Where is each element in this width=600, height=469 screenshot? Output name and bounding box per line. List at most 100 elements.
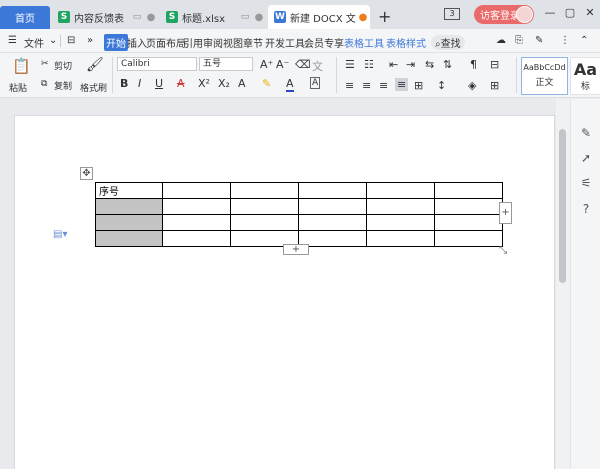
tab-home[interactable]: 首页: [0, 6, 50, 29]
menu-home[interactable]: 开始: [104, 34, 128, 51]
shrink-font-icon[interactable]: A⁻: [276, 58, 289, 71]
collapse-ribbon-icon[interactable]: ⌃: [580, 35, 588, 46]
style-normal[interactable]: AaBbCcDd 正文: [521, 57, 568, 95]
cut-button[interactable]: 剪切: [54, 59, 72, 72]
table-cell[interactable]: 序号: [95, 182, 163, 199]
table-cell[interactable]: [95, 214, 163, 231]
table-cell[interactable]: [434, 214, 503, 231]
char-border-icon[interactable]: A: [310, 77, 321, 89]
font-size-select[interactable]: 五号: [199, 57, 253, 71]
unsaved-dot-icon[interactable]: ●: [356, 12, 370, 23]
minimize-button[interactable]: —: [543, 6, 557, 19]
table-cell[interactable]: [434, 198, 503, 215]
hamburger-icon[interactable]: ☰: [8, 35, 17, 46]
more-options-icon[interactable]: ⋮: [560, 35, 570, 46]
visitor-login-button[interactable]: 访客登录: [474, 5, 534, 24]
menu-section[interactable]: 章节: [243, 35, 263, 50]
distribute-icon[interactable]: ⊞: [414, 79, 423, 92]
page-count-badge[interactable]: 3: [444, 8, 460, 20]
menu-table-style[interactable]: 表格样式: [386, 35, 426, 50]
menu-file[interactable]: 文件: [24, 35, 44, 50]
monitor-icon[interactable]: ▭: [238, 12, 252, 22]
table-cell[interactable]: [230, 198, 299, 215]
table-cell[interactable]: [162, 198, 231, 215]
show-marks-icon[interactable]: ¶: [470, 58, 477, 71]
table-move-handle-icon[interactable]: ✥: [80, 167, 93, 180]
font-name-select[interactable]: Calibri: [117, 57, 197, 71]
cut-icon[interactable]: ✂: [41, 59, 49, 69]
align-right-icon[interactable]: ≡: [379, 79, 388, 92]
paragraph-menu-icon[interactable]: ▤▾: [53, 229, 67, 240]
pen-icon[interactable]: ✎: [579, 126, 593, 140]
tab-document[interactable]: S 内容反馈表 ▭ ●: [52, 5, 158, 29]
tab-stops-icon[interactable]: ⊟: [490, 58, 499, 71]
table-cell[interactable]: [162, 182, 231, 199]
paste-button[interactable]: 粘贴: [9, 81, 27, 94]
format-painter-icon[interactable]: 🖌: [86, 57, 104, 73]
menu-table-tools[interactable]: 表格工具: [344, 35, 384, 50]
monitor-icon[interactable]: ▭: [130, 12, 144, 22]
highlight-icon[interactable]: ✎: [262, 77, 271, 90]
bullet-list-icon[interactable]: ☰: [345, 58, 355, 71]
font-color-icon[interactable]: A: [286, 77, 294, 92]
tab-document-active[interactable]: W 新建 DOCX 文 ●: [268, 5, 370, 29]
menu-member[interactable]: 会员专享: [304, 35, 344, 50]
copy-icon[interactable]: ⧉: [41, 79, 47, 89]
vertical-scrollbar[interactable]: [556, 99, 570, 469]
table-cell[interactable]: [230, 214, 299, 231]
more-icon[interactable]: »: [87, 35, 93, 46]
table-cell[interactable]: [366, 182, 435, 199]
line-spacing-icon[interactable]: ↕: [437, 79, 446, 92]
table-cell[interactable]: [366, 230, 435, 247]
underline-icon[interactable]: U: [155, 77, 163, 90]
edit-icon[interactable]: ✎: [535, 35, 543, 46]
chinese-layout-icon[interactable]: ⇆: [425, 58, 434, 71]
numbered-list-icon[interactable]: ☷: [364, 58, 374, 71]
add-row-button[interactable]: +: [283, 244, 309, 255]
cursor-icon[interactable]: ➚: [579, 151, 593, 165]
adjust-icon[interactable]: ⚟: [579, 176, 593, 190]
grow-font-icon[interactable]: A⁺: [260, 58, 273, 71]
sort-icon[interactable]: ⇅: [443, 58, 452, 71]
close-dot-icon[interactable]: ●: [144, 12, 158, 23]
resize-table-icon[interactable]: ⤡: [499, 245, 507, 256]
help-icon[interactable]: ?: [579, 202, 593, 216]
table-cell[interactable]: [162, 214, 231, 231]
superscript-icon[interactable]: X²: [198, 77, 210, 90]
close-button[interactable]: ✕: [583, 6, 597, 19]
menu-developer[interactable]: 开发工具: [265, 35, 305, 50]
table-cell[interactable]: [230, 182, 299, 199]
borders-icon[interactable]: ⊞: [490, 79, 499, 92]
tab-document[interactable]: S 标题.xlsx ▭ ●: [160, 5, 266, 29]
menu-review[interactable]: 审阅: [203, 35, 223, 50]
increase-indent-icon[interactable]: ⇥: [406, 58, 415, 71]
menu-reference[interactable]: 引用: [183, 35, 203, 50]
restore-button[interactable]: ▢: [563, 6, 577, 19]
menu-insert[interactable]: 插入: [127, 35, 147, 50]
decrease-indent-icon[interactable]: ⇤: [389, 58, 398, 71]
table-cell[interactable]: [298, 214, 367, 231]
shading-icon[interactable]: ◈: [468, 79, 476, 92]
clear-format-icon[interactable]: ⌫: [295, 58, 311, 71]
menu-view[interactable]: 视图: [223, 35, 243, 50]
add-column-button[interactable]: +: [499, 202, 512, 224]
document-page[interactable]: ✥ ▤▾ 序号 + + ⤡: [14, 115, 555, 469]
table-cell[interactable]: [366, 214, 435, 231]
phonetic-icon[interactable]: 文: [312, 58, 323, 74]
justify-icon[interactable]: ≡: [395, 78, 409, 91]
chevron-down-icon[interactable]: ⌄: [49, 35, 57, 46]
italic-icon[interactable]: I: [138, 77, 141, 90]
table-cell[interactable]: [434, 230, 503, 247]
table-cell[interactable]: [366, 198, 435, 215]
subscript-icon[interactable]: X₂: [218, 77, 230, 90]
bold-icon[interactable]: B: [120, 77, 128, 90]
table-cell[interactable]: [298, 198, 367, 215]
align-left-icon[interactable]: ≡: [345, 79, 354, 92]
table-cell[interactable]: [95, 198, 163, 215]
new-tab-button[interactable]: +: [378, 7, 391, 26]
align-center-icon[interactable]: ≡: [362, 79, 371, 92]
table-cell[interactable]: [298, 182, 367, 199]
paste-icon[interactable]: 📋: [12, 57, 31, 75]
menu-layout[interactable]: 页面布局: [146, 35, 186, 50]
text-effect-icon[interactable]: A: [238, 77, 246, 90]
